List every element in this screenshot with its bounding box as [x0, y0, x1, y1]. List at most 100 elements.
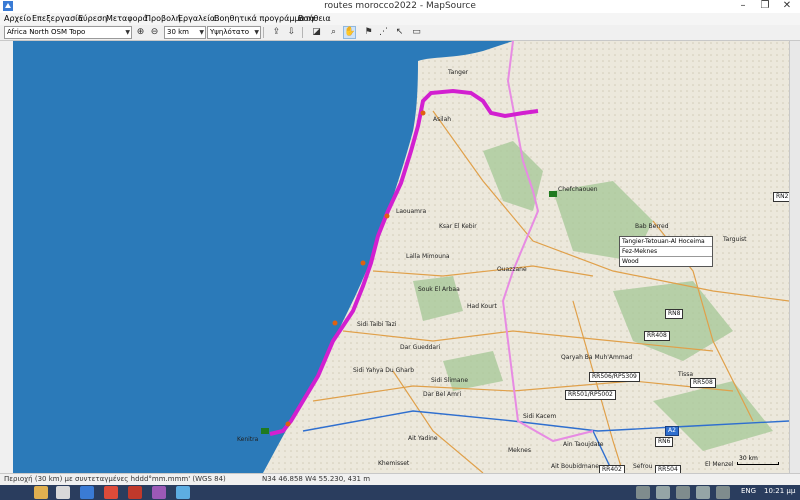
place-label[interactable]: Tanger: [448, 69, 468, 76]
arrow-pointer-icon[interactable]: ↖: [393, 26, 406, 39]
map-product-value: Africa North OSM Topo: [7, 28, 86, 36]
app-icon[interactable]: [56, 486, 70, 499]
opera-icon[interactable]: [128, 486, 142, 499]
place-label[interactable]: Sidi Slimane: [431, 377, 468, 384]
toolbar: Africa North OSM Topo ▼ ⊕ ⊖ 30 km ▼ Υψηλ…: [0, 25, 800, 41]
scale-label: 30 km: [739, 455, 758, 462]
chevron-down-icon: ▼: [199, 29, 204, 36]
menu-view[interactable]: Προβολή: [145, 13, 181, 25]
place-label[interactable]: Sefrou: [633, 463, 652, 470]
scale-value: 30 km: [167, 28, 190, 36]
place-label[interactable]: Meknes: [508, 447, 531, 454]
info-line: Tangier-Tetouan-Al Hoceima: [620, 237, 712, 247]
ruler-icon[interactable]: ▭: [410, 26, 423, 39]
place-label[interactable]: Ouazzane: [497, 266, 527, 273]
menu-transfer[interactable]: Μεταφορά: [106, 13, 148, 25]
road-label: RR504: [655, 465, 681, 473]
tray-icon[interactable]: [636, 486, 650, 499]
place-label[interactable]: Targuist: [723, 236, 746, 243]
road-label: RR501/RP5002: [565, 390, 616, 400]
place-label[interactable]: Sidi Taibi Tazi: [357, 321, 396, 328]
magnifier-icon[interactable]: ⌕: [327, 26, 340, 39]
map-view[interactable]: Tanger Asilah Laouamra Ksar El Kebir Lal…: [13, 41, 789, 473]
map-product-select[interactable]: Africa North OSM Topo ▼: [4, 26, 132, 39]
road-label: RN2: [773, 192, 789, 202]
cursor-coordinates: N34 46.858 W4 55.230, 431 m: [262, 475, 371, 483]
scale-bar: 30 km: [737, 455, 781, 465]
receive-from-device-icon[interactable]: ⇩: [285, 26, 298, 39]
send-to-device-icon[interactable]: ⇪: [270, 26, 283, 39]
road-label: A2: [665, 426, 679, 436]
title-bar: routes morocco2022 - MapSource – ❐ ✕: [0, 0, 800, 14]
place-label[interactable]: Qaryah Ba Muh'Ammad: [561, 354, 632, 361]
taskbar: ENG 10:21 μμ: [0, 485, 800, 500]
menu-help[interactable]: Βοήθεια: [298, 13, 331, 25]
road-label: RR402: [599, 465, 625, 473]
network-icon[interactable]: [696, 486, 710, 499]
zoom-out-icon[interactable]: ⊖: [148, 26, 161, 39]
road-label: RR508: [690, 378, 716, 388]
road-label: RN8: [665, 309, 684, 319]
road-label: RR408: [644, 331, 670, 341]
menu-tools[interactable]: Εργαλεία: [178, 13, 215, 25]
detail-value: Υψηλότατο: [210, 28, 250, 36]
place-label[interactable]: Sidi Kacem: [523, 413, 556, 420]
place-label[interactable]: Laouamra: [396, 208, 426, 215]
info-line: Wood: [622, 258, 639, 265]
place-label[interactable]: Asilah: [433, 116, 451, 123]
tray-icon[interactable]: [656, 486, 670, 499]
map-info-box: Tangier-Tetouan-Al Hoceima Fez-Meknes Wo…: [619, 236, 713, 267]
status-area-text: Περιοχή (30 km) με συντεταγμένες hddd°mm…: [4, 475, 226, 483]
place-label[interactable]: Dar Bel Amri: [423, 391, 461, 398]
flag-icon[interactable]: ⚑: [362, 26, 375, 39]
place-label[interactable]: Ait Yadine: [408, 435, 438, 442]
map-right-border: [789, 41, 800, 473]
place-label[interactable]: Had Kourt: [467, 303, 497, 310]
minimize-button[interactable]: –: [732, 0, 754, 13]
place-label[interactable]: Sidi Yahya Du Gharb: [353, 367, 414, 374]
place-label[interactable]: El Menzel: [705, 461, 734, 468]
outlook-icon[interactable]: [80, 486, 94, 499]
language-indicator[interactable]: ENG: [741, 487, 756, 495]
place-label[interactable]: Bab Berred: [635, 223, 669, 230]
tray-icon[interactable]: [676, 486, 690, 499]
zoom-in-icon[interactable]: ⊕: [134, 26, 147, 39]
place-label[interactable]: Khemisset: [378, 460, 409, 467]
toolbar-divider: [302, 27, 303, 38]
place-label[interactable]: Chefchaouen: [558, 186, 598, 193]
menu-file[interactable]: Αρχείο: [4, 13, 31, 25]
mapsource-taskbar-icon[interactable]: [176, 486, 190, 499]
close-button[interactable]: ✕: [776, 0, 798, 13]
maximize-button[interactable]: ❐: [754, 0, 776, 13]
volume-icon[interactable]: [716, 486, 730, 499]
app-icon[interactable]: [152, 486, 166, 499]
scale-select[interactable]: 30 km ▼: [164, 26, 206, 39]
road-label: RR506/RP5309: [589, 372, 640, 382]
chevron-down-icon: ▼: [125, 29, 130, 36]
menu-bar: Αρχείο Επεξεργασία Εύρεση Μεταφορά Προβο…: [0, 13, 800, 25]
map-select-icon[interactable]: ◪: [310, 26, 323, 39]
road-label: RN6: [655, 437, 674, 447]
place-label[interactable]: Ain Taoujdate: [563, 441, 604, 448]
place-label[interactable]: Tissa: [678, 371, 693, 378]
chrome-icon[interactable]: [104, 486, 118, 499]
place-label[interactable]: Lalla Mimouna: [406, 253, 450, 260]
menu-find[interactable]: Εύρεση: [78, 13, 107, 25]
place-label[interactable]: Souk El Arbaa: [418, 286, 460, 293]
place-label[interactable]: Kenitra: [237, 436, 258, 443]
detail-select[interactable]: Υψηλότατο ▼: [207, 26, 261, 39]
menu-edit[interactable]: Επεξεργασία: [32, 13, 83, 25]
toolbar-divider: [263, 27, 264, 38]
place-label[interactable]: Dar Gueddari: [400, 344, 440, 351]
place-label[interactable]: Ksar El Kebir: [439, 223, 477, 230]
scale-line: [737, 462, 779, 465]
hand-icon[interactable]: ✋: [343, 26, 356, 39]
map-left-border: [0, 41, 14, 473]
place-label[interactable]: Ait Boubidmane: [551, 463, 599, 470]
info-line: Fez-Meknes: [620, 247, 712, 257]
window-title: routes morocco2022 - MapSource: [324, 1, 476, 11]
file-explorer-icon[interactable]: [34, 486, 48, 499]
chevron-down-icon: ▼: [254, 29, 259, 36]
route-icon[interactable]: ⋰: [377, 26, 390, 39]
clock[interactable]: 10:21 μμ: [764, 487, 795, 495]
